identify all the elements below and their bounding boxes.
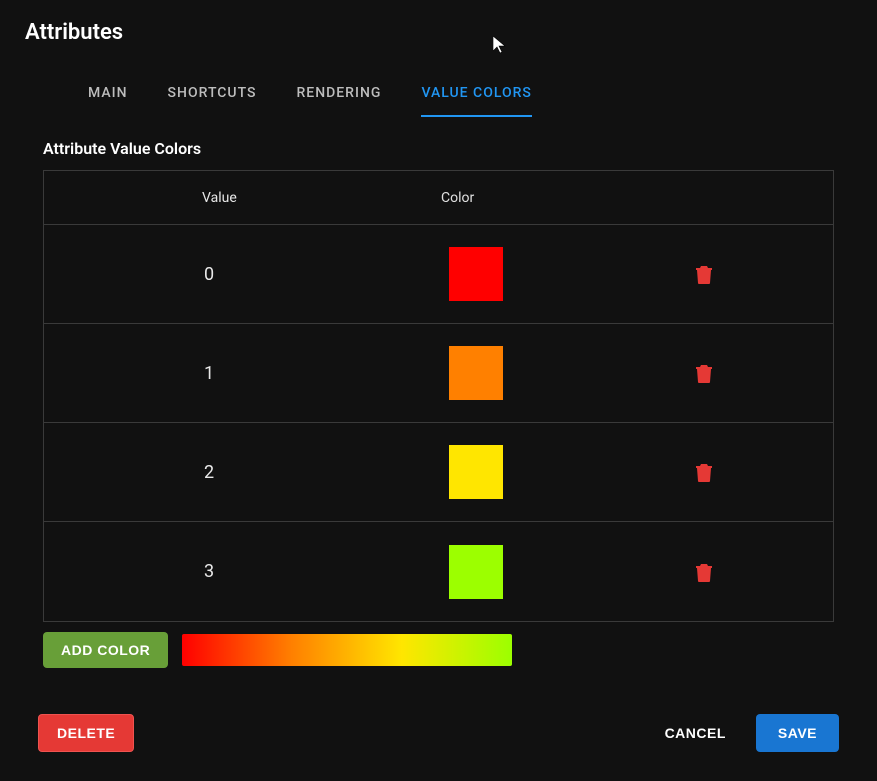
color-cell	[374, 445, 574, 499]
table-row: 0	[44, 225, 833, 324]
trash-icon[interactable]	[695, 562, 713, 582]
add-color-button[interactable]: ADD COLOR	[43, 632, 168, 668]
footer: DELETE CANCEL SAVE	[0, 714, 877, 752]
value-cell[interactable]: 3	[44, 561, 374, 582]
trash-icon[interactable]	[695, 264, 713, 284]
color-swatch[interactable]	[449, 545, 503, 599]
color-cell	[374, 247, 574, 301]
color-cell	[374, 545, 574, 599]
delete-button[interactable]: DELETE	[38, 714, 134, 752]
trash-icon[interactable]	[695, 462, 713, 482]
table-header-color: Color	[374, 190, 574, 206]
value-cell[interactable]: 1	[44, 363, 374, 384]
tab-rendering[interactable]: RENDERING	[296, 85, 381, 117]
below-table-row: ADD COLOR	[43, 632, 834, 668]
action-cell	[574, 264, 833, 284]
cancel-button[interactable]: CANCEL	[645, 714, 746, 752]
color-swatch[interactable]	[449, 247, 503, 301]
value-cell[interactable]: 0	[44, 264, 374, 285]
color-cell	[374, 346, 574, 400]
tabs: MAIN SHORTCUTS RENDERING VALUE COLORS	[0, 45, 877, 117]
trash-icon[interactable]	[695, 363, 713, 383]
table-row: 3	[44, 522, 833, 621]
save-button[interactable]: SAVE	[756, 714, 839, 752]
section-title: Attribute Value Colors	[0, 117, 877, 170]
action-cell	[574, 462, 833, 482]
tab-shortcuts[interactable]: SHORTCUTS	[168, 85, 257, 117]
value-colors-table: Value Color 0 1 2 3	[43, 170, 834, 622]
tab-value-colors[interactable]: VALUE COLORS	[421, 85, 531, 117]
color-swatch[interactable]	[449, 346, 503, 400]
page-title: Attributes	[0, 0, 877, 45]
gradient-preview[interactable]	[182, 634, 512, 666]
value-cell[interactable]: 2	[44, 462, 374, 483]
action-cell	[574, 562, 833, 582]
table-row: 2	[44, 423, 833, 522]
color-swatch[interactable]	[449, 445, 503, 499]
table-header-value: Value	[44, 190, 374, 206]
table-row: 1	[44, 324, 833, 423]
tab-main[interactable]: MAIN	[88, 85, 128, 117]
action-cell	[574, 363, 833, 383]
table-header-row: Value Color	[44, 171, 833, 225]
